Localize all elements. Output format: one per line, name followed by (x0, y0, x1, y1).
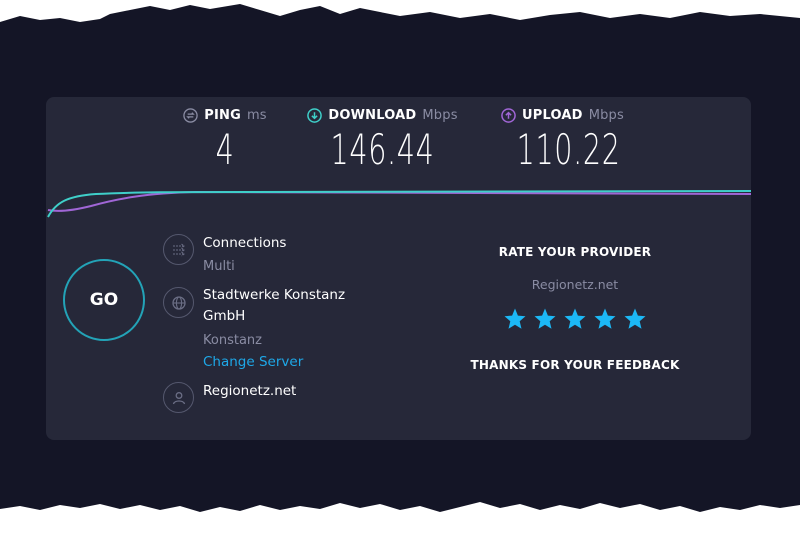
feedback-thanks: THANKS FOR YOUR FEEDBACK (470, 358, 680, 372)
star-rating (460, 307, 690, 331)
star-icon[interactable] (533, 307, 557, 331)
download-metric: DOWNLOAD Mbps 146.44 (300, 108, 465, 171)
connections-icon (163, 234, 194, 265)
star-icon[interactable] (503, 307, 527, 331)
server-name: Stadtwerke Konstanz GmbH (203, 285, 345, 327)
connections-mode: Multi (203, 259, 235, 274)
rate-provider-title: RATE YOUR PROVIDER (498, 245, 652, 259)
server-location: Konstanz (203, 333, 262, 348)
upload-arrow-icon (501, 108, 516, 123)
ping-icon (183, 108, 198, 123)
rate-provider-name: Regionetz.net (531, 277, 619, 292)
ping-unit: ms (246, 108, 267, 123)
ping-metric: PING ms 4 (180, 108, 270, 171)
upload-label: UPLOAD (522, 108, 583, 123)
download-label: DOWNLOAD (328, 108, 417, 123)
download-value: 146.44 (330, 125, 435, 174)
globe-icon (163, 287, 194, 318)
user-icon (163, 382, 194, 413)
connections-title: Connections (203, 235, 287, 251)
go-button[interactable]: GO (63, 259, 145, 341)
star-icon[interactable] (593, 307, 617, 331)
ping-label: PING (204, 108, 241, 123)
change-server-link[interactable]: Change Server (203, 354, 303, 370)
download-unit: Mbps (422, 108, 458, 123)
upload-speed-line (47, 190, 751, 212)
ping-value: 4 (215, 125, 235, 174)
download-arrow-icon (307, 108, 323, 123)
server-name-line1: Stadtwerke Konstanz (203, 287, 346, 303)
provider-name: Regionetz.net (203, 383, 297, 399)
speed-graph (47, 190, 751, 218)
star-icon[interactable] (623, 307, 647, 331)
server-name-line2: GmbH (203, 308, 246, 324)
star-icon[interactable] (563, 307, 587, 331)
upload-value: 110.22 (516, 125, 621, 174)
upload-unit: Mbps (588, 108, 624, 123)
upload-metric: UPLOAD Mbps 110.22 (495, 108, 630, 171)
